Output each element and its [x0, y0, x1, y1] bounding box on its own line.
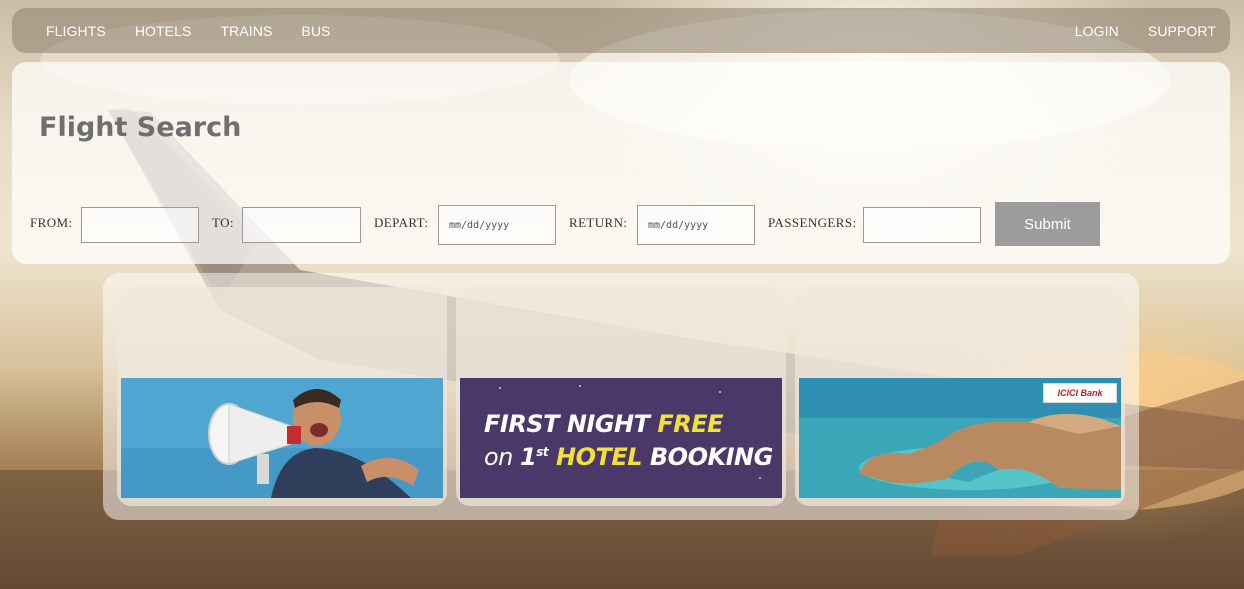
promo-card-hotel[interactable]: FIRST NIGHT FREE on 1st HOTEL BOOKING: [456, 287, 786, 506]
promo-card-megaphone[interactable]: [117, 287, 447, 506]
hotel-promo-headline: FIRST NIGHT FREE on 1st HOTEL BOOKING: [484, 410, 774, 471]
from-label: FROM:: [30, 215, 73, 230]
hotel-promo-line2: on 1st HOTEL BOOKING: [484, 438, 774, 471]
promo-card-bank[interactable]: ICICI Bank: [795, 287, 1125, 506]
submit-button[interactable]: Submit: [995, 202, 1100, 246]
return-label: RETURN:: [569, 215, 628, 230]
depart-label: DEPART:: [374, 215, 429, 230]
promo-line1-yellow: FREE: [657, 410, 724, 438]
promo-line2-sup: st: [536, 445, 549, 459]
promo-banners-area: FIRST NIGHT FREE on 1st HOTEL BOOKING IC…: [103, 273, 1139, 520]
from-input[interactable]: [81, 207, 199, 243]
megaphone-promo-image: [121, 378, 443, 498]
nav-login-link[interactable]: LOGIN: [1075, 23, 1119, 39]
promo-line2-on: on: [484, 443, 521, 471]
hotel-promo-line1: FIRST NIGHT FREE: [484, 410, 774, 438]
bank-promo-image: ICICI Bank: [799, 378, 1121, 498]
return-date-placeholder: mm/dd/yyyy: [648, 219, 709, 231]
passengers-input[interactable]: [863, 207, 981, 243]
nav-bus-link[interactable]: BUS: [301, 23, 330, 39]
nav-trains-link[interactable]: TRAINS: [220, 23, 272, 39]
depart-date-placeholder: mm/dd/yyyy: [449, 219, 510, 231]
nav-left-group: FLIGHTS HOTELS TRAINS BUS: [46, 23, 331, 39]
promo-line2-white: BOOKING: [642, 443, 773, 471]
bank-name: ICICI Bank: [1057, 388, 1103, 398]
top-navbar: FLIGHTS HOTELS TRAINS BUS LOGIN SUPPORT: [12, 8, 1230, 53]
promo-line2-num: 1: [520, 443, 537, 471]
depart-date-input[interactable]: mm/dd/yyyy: [438, 205, 556, 245]
promo-line2-yellow: HOTEL: [548, 443, 643, 471]
nav-support-link[interactable]: SUPPORT: [1148, 23, 1216, 39]
nav-flights-link[interactable]: FLIGHTS: [46, 23, 106, 39]
to-label: TO:: [212, 215, 234, 230]
promo-line1-white: FIRST NIGHT: [484, 410, 658, 438]
return-date-input[interactable]: mm/dd/yyyy: [637, 205, 755, 245]
icici-bank-badge: ICICI Bank: [1043, 383, 1117, 403]
hotel-promo-image: FIRST NIGHT FREE on 1st HOTEL BOOKING: [460, 378, 782, 498]
page-title: Flight Search: [39, 112, 242, 143]
flight-search-panel: Flight Search FROM: TO: DEPART: mm/dd/yy…: [12, 62, 1230, 264]
passengers-label: PASSENGERS:: [768, 215, 857, 230]
to-input[interactable]: [242, 207, 361, 243]
nav-right-group: LOGIN SUPPORT: [1075, 23, 1216, 39]
nav-hotels-link[interactable]: HOTELS: [135, 23, 192, 39]
